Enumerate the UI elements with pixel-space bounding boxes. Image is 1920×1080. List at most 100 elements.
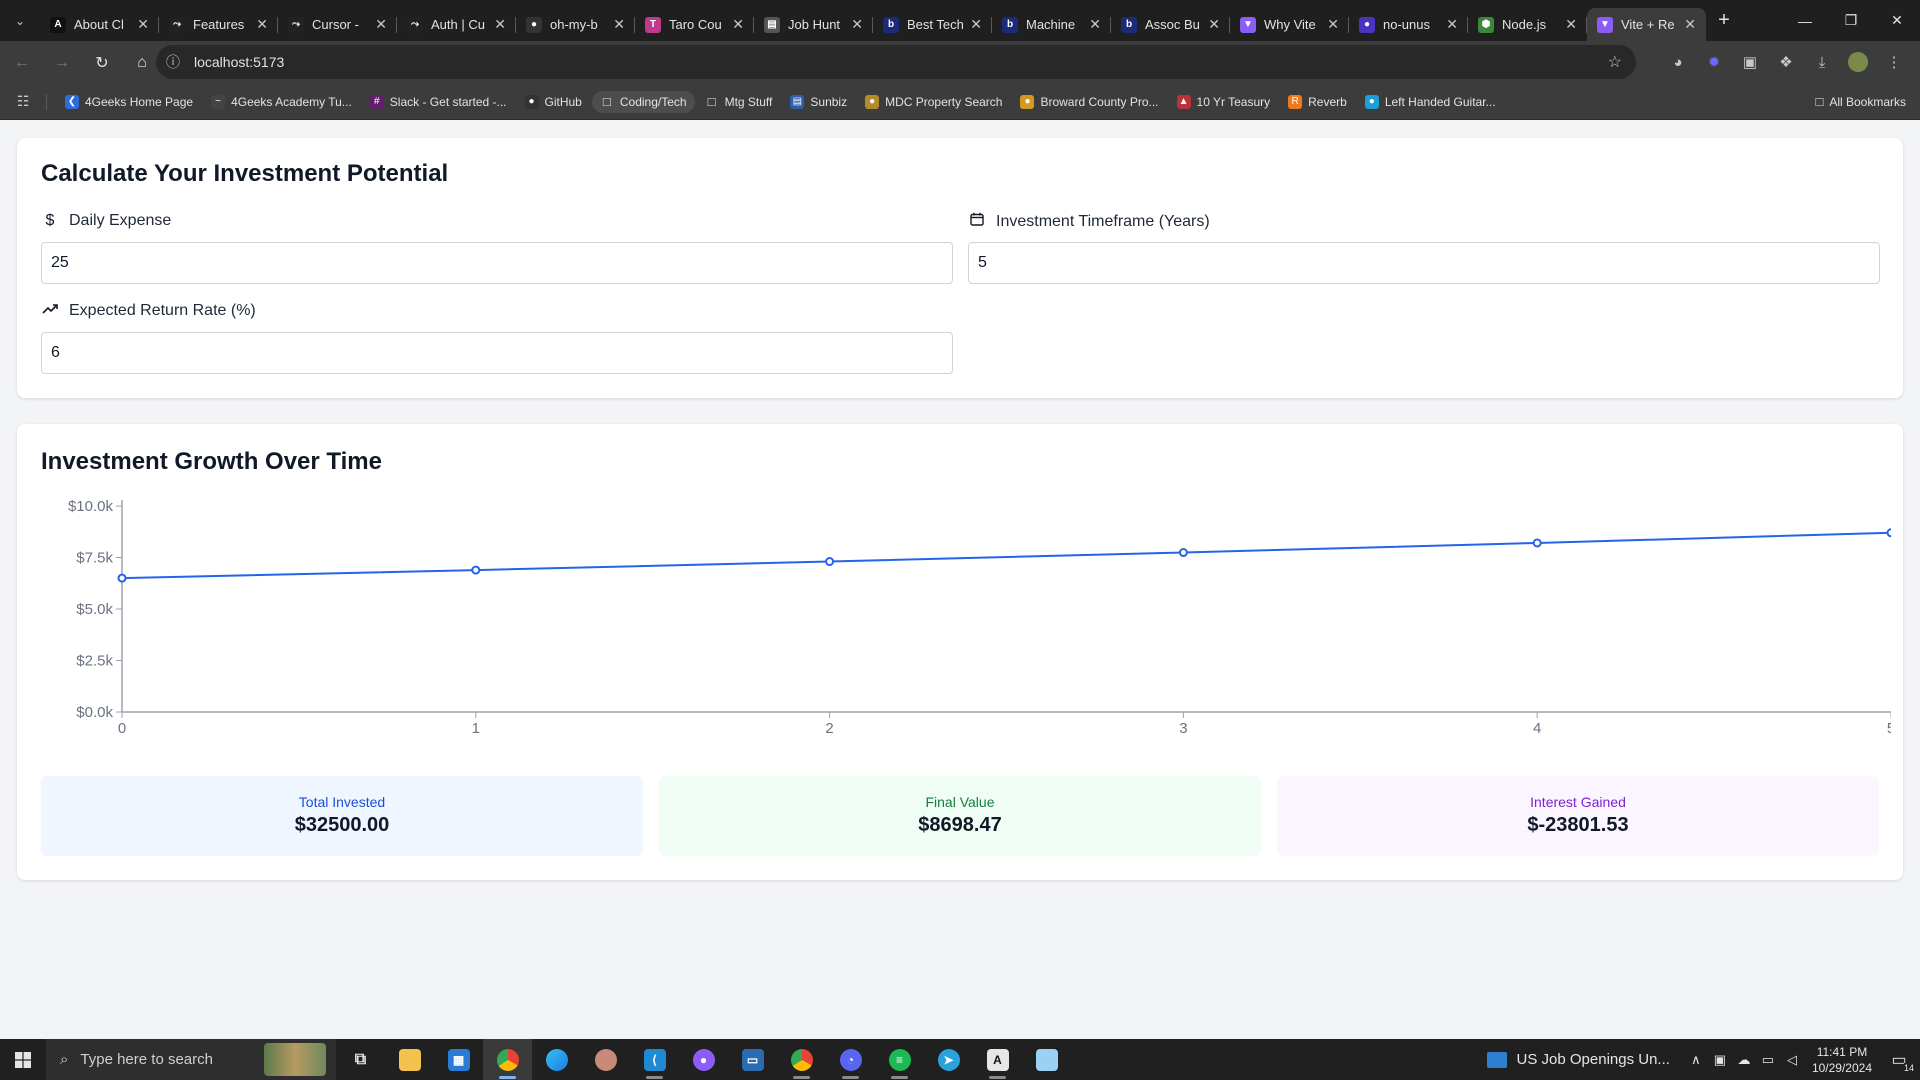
document-icon: ▤: [764, 16, 780, 33]
spotify-icon[interactable]: ≡: [875, 1039, 924, 1080]
chrome-profile-icon[interactable]: [777, 1039, 826, 1080]
vscode-icon[interactable]: ⟨: [630, 1039, 679, 1080]
growth-data-point: [1532, 538, 1542, 548]
chrome-icon[interactable]: [483, 1039, 532, 1080]
volume-icon[interactable]: ◁: [1780, 1052, 1804, 1068]
browser-tab[interactable]: ⤳ Auth | Cu ✕: [397, 8, 516, 41]
notes-app-icon[interactable]: [1022, 1039, 1071, 1080]
close-icon[interactable]: ✕: [1874, 0, 1920, 41]
edge-icon[interactable]: [532, 1039, 581, 1080]
bookmark-item[interactable]: ~4Geeks Academy Tu...: [203, 91, 360, 113]
bookmark-star-icon[interactable]: ☆: [1608, 52, 1622, 72]
tab-close-icon[interactable]: ✕: [1208, 16, 1220, 33]
tab-close-icon[interactable]: ✕: [256, 16, 268, 33]
reload-icon[interactable]: ↻: [84, 45, 120, 81]
tab-close-icon[interactable]: ✕: [1565, 16, 1577, 33]
discord-icon[interactable]: ◔: [826, 1039, 875, 1080]
site-info-icon[interactable]: ⓘ: [156, 52, 190, 72]
file-explorer-icon[interactable]: [385, 1039, 434, 1080]
return-rate-input[interactable]: [41, 332, 953, 374]
tab-close-icon[interactable]: ✕: [732, 16, 744, 33]
news-widget[interactable]: US Job Openings Un...: [1486, 1051, 1670, 1068]
remote-desktop-icon[interactable]: ▭: [728, 1039, 777, 1080]
browser-tab[interactable]: A About Cl ✕: [40, 8, 159, 41]
bookmark-item[interactable]: ● MDC Property Search: [857, 91, 1010, 113]
url-text[interactable]: localhost:5173: [194, 54, 284, 70]
forward-arrow-icon[interactable]: →: [44, 45, 80, 81]
browser-tab[interactable]: ⤳ Cursor - ✕: [278, 8, 397, 41]
profile-avatar[interactable]: [1840, 45, 1876, 79]
folder-icon: □: [602, 94, 611, 109]
bookmark-item[interactable]: ▤ Sunbiz: [782, 91, 855, 113]
device-icon[interactable]: ▣: [1708, 1052, 1732, 1068]
browser-tab[interactable]: ▼ Why Vite ✕: [1230, 8, 1349, 41]
bookmark-item[interactable]: ● GitHub: [517, 91, 590, 113]
browser-tab[interactable]: T Taro Cou ✕: [635, 8, 754, 41]
bookmark-item[interactable]: # Slack - Get started -...: [362, 91, 515, 113]
bookmark-item[interactable]: ▲ 10 Yr Teasury: [1169, 91, 1279, 113]
terminal-app-icon[interactable]: A: [973, 1039, 1022, 1080]
timeframe-input[interactable]: [968, 242, 1880, 284]
back-arrow-icon[interactable]: ←: [4, 45, 40, 81]
tab-close-icon[interactable]: ✕: [613, 16, 625, 33]
task-view-icon[interactable]: ⧉: [336, 1039, 385, 1080]
menu-dots-icon[interactable]: ⋮: [1876, 45, 1912, 79]
final-value-label: Final Value: [925, 794, 995, 810]
bookmark-item[interactable]: ● Left Handed Guitar...: [1357, 91, 1504, 113]
taskbar-search[interactable]: ⌕ Type here to search: [46, 1039, 336, 1080]
tab-close-icon[interactable]: ✕: [494, 16, 506, 33]
bookmark-folder[interactable]: □ Mtg Stuff: [697, 91, 781, 113]
browser-tab[interactable]: ● no-unus ✕: [1349, 8, 1468, 41]
extension-gear-icon[interactable]: ✹: [1696, 45, 1732, 79]
browser-tab[interactable]: ⤳ Features ✕: [159, 8, 278, 41]
tab-close-icon[interactable]: ✕: [851, 16, 863, 33]
tab-close-icon[interactable]: ✕: [1684, 16, 1696, 33]
y-tick-label: $5.0k: [76, 601, 113, 618]
tab-search-chevron-icon[interactable]: ⌄: [0, 0, 40, 41]
restore-icon[interactable]: ❐: [1828, 0, 1874, 41]
bookmark-item[interactable]: ● Broward County Pro...: [1012, 91, 1166, 113]
extension-cat-icon[interactable]: ◕: [1660, 45, 1696, 79]
y-tick-label: $2.5k: [76, 653, 113, 670]
browser-tab[interactable]: b Assoc Bu ✕: [1111, 8, 1230, 41]
game-app-icon[interactable]: [581, 1039, 630, 1080]
browser-tab[interactable]: b Machine ✕: [992, 8, 1111, 41]
notifications-icon[interactable]: ▭ 14: [1884, 1045, 1914, 1075]
calculator-title: Calculate Your Investment Potential: [41, 160, 449, 187]
tab-close-icon[interactable]: ✕: [1327, 16, 1339, 33]
tab-close-icon[interactable]: ✕: [375, 16, 387, 33]
browser-tab[interactable]: ● oh-my-b ✕: [516, 8, 635, 41]
microsoft-store-icon[interactable]: ▦: [434, 1039, 483, 1080]
bookmark-favicon: R: [1288, 94, 1303, 109]
all-bookmarks-button[interactable]: □ All Bookmarks: [1815, 94, 1906, 109]
windows-start-icon[interactable]: [0, 1039, 46, 1080]
github-desktop-icon[interactable]: ●: [679, 1039, 728, 1080]
bookmark-folder[interactable]: □ Coding/Tech: [591, 90, 695, 113]
downloads-icon[interactable]: ⤓: [1804, 45, 1840, 79]
bookmark-label: MDC Property Search: [885, 94, 1003, 109]
bookmark-item[interactable]: ❮ 4Geeks Home Page: [57, 91, 201, 113]
tab-close-icon[interactable]: ✕: [970, 16, 982, 33]
onedrive-cloud-icon[interactable]: ☁: [1732, 1052, 1756, 1068]
browser-tab[interactable]: ⬢ Node.js ✕: [1468, 8, 1587, 41]
bookmark-item[interactable]: R Reverb: [1280, 91, 1355, 113]
apps-grid-icon[interactable]: ☷: [0, 93, 46, 110]
tab-close-icon[interactable]: ✕: [137, 16, 149, 33]
clock[interactable]: 11:41 PM 10/29/2024: [1812, 1044, 1872, 1076]
home-icon[interactable]: ⌂: [124, 45, 160, 81]
tab-close-icon[interactable]: ✕: [1089, 16, 1101, 33]
browser-tab[interactable]: ▼ Vite + Re ✕: [1587, 8, 1706, 41]
minimize-icon[interactable]: —: [1782, 0, 1828, 41]
browser-tab[interactable]: ▤ Job Hunt ✕: [754, 8, 873, 41]
extensions-puzzle-icon[interactable]: ❖: [1768, 45, 1804, 79]
address-bar[interactable]: ⓘ localhost:5173 ☆: [156, 45, 1636, 79]
telegram-icon[interactable]: ➤: [924, 1039, 973, 1080]
network-icon[interactable]: ▭: [1756, 1052, 1780, 1068]
browser-tab[interactable]: b Best Tech ✕: [873, 8, 992, 41]
chevron-up-icon[interactable]: ∧: [1684, 1052, 1708, 1068]
extension-image-icon[interactable]: ▣: [1732, 45, 1768, 79]
tab-list: A About Cl ✕ ⤳ Features ✕ ⤳ Cursor - ✕ ⤳ Auth | Cu…: [40, 0, 1706, 41]
tab-close-icon[interactable]: ✕: [1446, 16, 1458, 33]
new-tab-button[interactable]: +: [1706, 9, 1742, 32]
daily-expense-input[interactable]: [41, 242, 953, 284]
